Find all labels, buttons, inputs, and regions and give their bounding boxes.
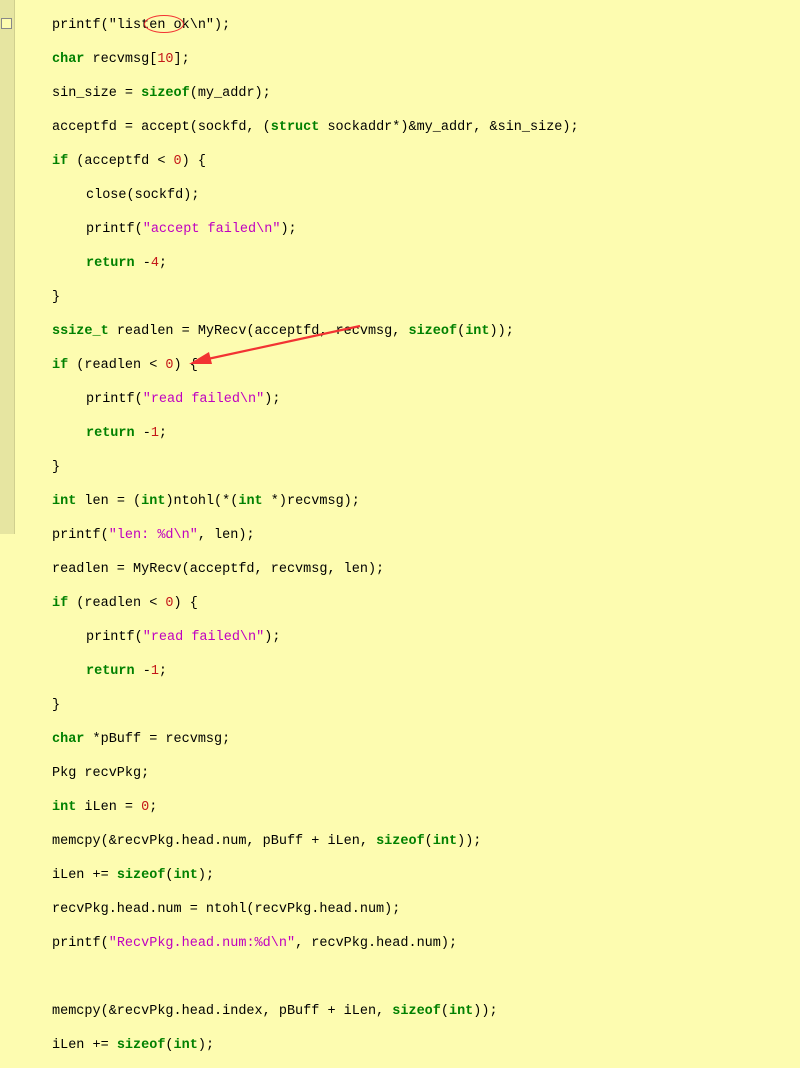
code-line: acceptfd = accept(sockfd, (struct sockad…	[18, 119, 800, 136]
code-line: printf("listen ok\n");	[18, 17, 800, 34]
code-line: ssize_t readlen = MyRecv(acceptfd, recvm…	[18, 323, 800, 340]
code-line: int len = (int)ntohl(*(int *)recvmsg);	[18, 493, 800, 510]
code-line: char recvmsg[10];	[18, 51, 800, 68]
code-line: printf("RecvPkg.head.num:%d\n", recvPkg.…	[18, 935, 800, 952]
code-line: }	[18, 459, 800, 476]
code-line: if (acceptfd < 0) {	[18, 153, 800, 170]
code-line: char *pBuff = recvmsg;	[18, 731, 800, 748]
code-line: return -1;	[18, 425, 800, 442]
code-line: printf("read failed\n");	[18, 391, 800, 408]
code-line: printf("accept failed\n");	[18, 221, 800, 238]
code-line: if (readlen < 0) {	[18, 357, 800, 374]
code-line: readlen = MyRecv(acceptfd, recvmsg, len)…	[18, 561, 800, 578]
code-line	[18, 969, 800, 986]
code-line: printf("len: %d\n", len);	[18, 527, 800, 544]
code-line: sin_size = sizeof(my_addr);	[18, 85, 800, 102]
code-line: iLen += sizeof(int);	[18, 1037, 800, 1054]
editor-gutter	[0, 0, 15, 534]
code-line: printf("read failed\n");	[18, 629, 800, 646]
code-line: Pkg recvPkg;	[18, 765, 800, 782]
code-line: return -4;	[18, 255, 800, 272]
code-line: }	[18, 289, 800, 306]
code-line: if (readlen < 0) {	[18, 595, 800, 612]
code-line: int iLen = 0;	[18, 799, 800, 816]
code-line: }	[18, 697, 800, 714]
code-line: memcpy(&recvPkg.head.num, pBuff + iLen, …	[18, 833, 800, 850]
code-line: recvPkg.head.num = ntohl(recvPkg.head.nu…	[18, 901, 800, 918]
code-line: memcpy(&recvPkg.head.index, pBuff + iLen…	[18, 1003, 800, 1020]
code-line: iLen += sizeof(int);	[18, 867, 800, 884]
code-line: return -1;	[18, 663, 800, 680]
code-line: close(sockfd);	[18, 187, 800, 204]
breakpoint-marker[interactable]	[1, 18, 12, 29]
code-area: printf("listen ok\n"); char recvmsg[10];…	[14, 0, 800, 1068]
